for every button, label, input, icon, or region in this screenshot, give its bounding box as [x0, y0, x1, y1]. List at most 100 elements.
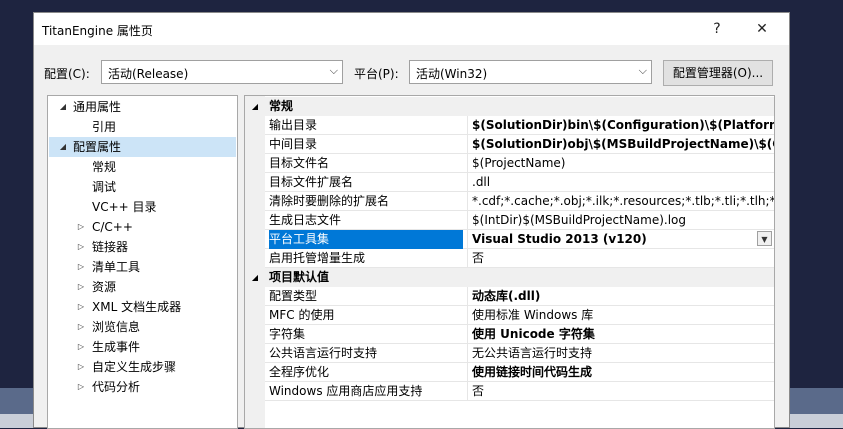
property-row[interactable]: 生成日志文件 $(IntDir)$(MSBuildProjectName).log	[265, 211, 774, 230]
property-name: 全程序优化	[269, 365, 330, 379]
property-value[interactable]: 否	[467, 382, 774, 401]
tree-item[interactable]: ▷ XML 文档生成器	[49, 297, 236, 317]
property-value[interactable]: .dll	[467, 173, 774, 192]
tree-item-label: 生成事件	[92, 340, 141, 354]
expand-icon[interactable]: ▷	[75, 277, 87, 297]
property-row[interactable]: 目标文件扩展名 .dll	[265, 173, 774, 192]
window-title: TitanEngine 属性页	[42, 24, 153, 38]
expand-icon[interactable]: ▷	[75, 317, 87, 337]
property-row[interactable]: Windows 应用商店应用支持 否	[265, 382, 774, 401]
tree-item[interactable]: ◢ 通用属性	[49, 97, 236, 117]
tree-item-label: 自定义生成步骤	[92, 360, 177, 374]
expand-icon[interactable]: ▷	[75, 217, 87, 237]
property-name: 输出目录	[269, 118, 318, 132]
property-name: Windows 应用商店应用支持	[269, 384, 423, 398]
tree-item-label: 常规	[92, 160, 117, 174]
config-manager-button[interactable]: 配置管理器(O)...	[663, 60, 773, 86]
property-name: 配置类型	[269, 289, 318, 303]
help-button[interactable]: ?	[706, 18, 728, 40]
platform-value: 活动(Win32)	[416, 67, 488, 81]
tree-item[interactable]: ▷ 自定义生成步骤	[49, 357, 236, 377]
property-name: 生成日志文件	[269, 213, 342, 227]
tree-item-label: XML 文档生成器	[92, 300, 182, 314]
expand-icon[interactable]: ▷	[75, 257, 87, 277]
property-grid: ◢ 常规输出目录 $(SolutionDir)bin\$(Configuration…	[244, 95, 775, 429]
expand-icon[interactable]: ▷	[75, 337, 87, 357]
tree-item-label: VC++ 目录	[92, 200, 157, 214]
property-row[interactable]: 中间目录 $(SolutionDir)obj\$(MSBuildProjectNa…	[265, 135, 774, 154]
property-name: 中间目录	[269, 137, 318, 151]
grid-category-label: 常规	[269, 99, 294, 113]
property-value[interactable]: $(SolutionDir)obj\$(MSBuildProjectName)\…	[467, 135, 774, 154]
collapse-icon[interactable]: ◢	[57, 137, 69, 157]
config-label: 配置(C):	[44, 67, 90, 81]
expand-icon[interactable]: ▷	[75, 297, 87, 317]
dropdown-arrow-icon[interactable]: ▼	[757, 231, 772, 246]
property-name: 字符集	[269, 327, 306, 341]
property-value[interactable]: 动态库(.dll)	[467, 287, 774, 306]
property-value[interactable]: *.cdf;*.cache;*.obj;*.ilk;*.resources;*.…	[467, 192, 774, 211]
property-name: 清除时要删除的扩展名	[269, 194, 390, 208]
config-value: 活动(Release)	[108, 67, 189, 81]
tree-item[interactable]: 引用	[49, 117, 236, 137]
property-value[interactable]: 否	[467, 249, 774, 268]
tree-item[interactable]: ▷ 代码分析	[49, 377, 236, 397]
property-row[interactable]: 清除时要删除的扩展名 *.cdf;*.cache;*.obj;*.ilk;*.re…	[265, 192, 774, 211]
property-name: 目标文件扩展名	[269, 175, 354, 189]
property-row[interactable]: 配置类型 动态库(.dll)	[265, 287, 774, 306]
property-row[interactable]: 公共语言运行时支持 无公共语言运行时支持	[265, 344, 774, 363]
tree-item[interactable]: ▷ 清单工具	[49, 257, 236, 277]
platform-combo[interactable]: 活动(Win32) ⌵	[409, 60, 652, 84]
tree-item-label: 链接器	[92, 240, 129, 254]
property-row[interactable]: 输出目录 $(SolutionDir)bin\$(Configuration)\$…	[265, 116, 774, 135]
collapse-icon[interactable]: ◢	[57, 97, 69, 117]
tree-item[interactable]: VC++ 目录	[49, 197, 236, 217]
property-row[interactable]: 平台工具集 Visual Studio 2013 (v120) ▼	[265, 230, 774, 249]
chevron-down-icon: ⌵	[329, 64, 338, 77]
property-value[interactable]: Visual Studio 2013 (v120)	[467, 230, 774, 249]
property-value[interactable]: 使用 Unicode 字符集	[467, 325, 774, 344]
tree-item-label: 调试	[92, 180, 117, 194]
tree-item-label: 配置属性	[73, 140, 122, 154]
property-value[interactable]: $(SolutionDir)bin\$(Configuration)\$(Pla…	[467, 116, 774, 135]
tree-item[interactable]: ◢ 配置属性	[49, 137, 236, 157]
tree-item[interactable]: 调试	[49, 177, 236, 197]
expand-icon[interactable]: ▷	[75, 377, 87, 397]
property-value[interactable]: 使用标准 Windows 库	[467, 306, 774, 325]
tree-item-label: 清单工具	[92, 260, 141, 274]
close-button[interactable]: ✕	[751, 18, 773, 40]
property-value[interactable]: 无公共语言运行时支持	[467, 344, 774, 363]
tree-item[interactable]: ▷ 链接器	[49, 237, 236, 257]
tree-item-label: 浏览信息	[92, 320, 141, 334]
tree-item[interactable]: 常规	[49, 157, 236, 177]
property-row[interactable]: MFC 的使用 使用标准 Windows 库	[265, 306, 774, 325]
chevron-down-icon: ⌵	[638, 64, 647, 77]
property-value[interactable]: $(IntDir)$(MSBuildProjectName).log	[467, 211, 774, 230]
property-value[interactable]: $(ProjectName)	[467, 154, 774, 173]
property-name: 平台工具集	[269, 230, 463, 249]
tree-item[interactable]: ▷ 浏览信息	[49, 317, 236, 337]
tree-item[interactable]: ▷ 资源	[49, 277, 236, 297]
tree-item[interactable]: ▷ C/C++	[49, 217, 236, 237]
property-name: 目标文件名	[269, 156, 330, 170]
grid-category[interactable]: ◢ 常规	[245, 97, 774, 116]
property-row[interactable]: 全程序优化 使用链接时间代码生成	[265, 363, 774, 382]
grid-category[interactable]: ◢ 项目默认值	[245, 268, 774, 287]
tree-item-label: 引用	[92, 120, 117, 134]
property-pages-dialog: TitanEngine 属性页 ? ✕ 配置(C): 活动(Release) ⌵…	[33, 12, 790, 429]
property-row[interactable]: 目标文件名 $(ProjectName)	[265, 154, 774, 173]
tree-item-label: 通用属性	[73, 100, 122, 114]
collapse-icon[interactable]: ◢	[249, 268, 261, 287]
property-tree: ◢ 通用属性 引用 ◢ 配置属性 常规 调试 VC++ 目录 ▷ C/C++ ▷ 链接器 ▷ 清单工具 ▷ 资…	[47, 95, 238, 429]
property-name: MFC 的使用	[269, 308, 335, 322]
expand-icon[interactable]: ▷	[75, 357, 87, 377]
property-value[interactable]: 使用链接时间代码生成	[467, 363, 774, 382]
config-toolbar: 配置(C): 活动(Release) ⌵ 平台(P): 活动(Win32) ⌵ …	[34, 60, 789, 86]
tree-item[interactable]: ▷ 生成事件	[49, 337, 236, 357]
property-row[interactable]: 启用托管增量生成 否	[265, 249, 774, 268]
property-row[interactable]: 字符集 使用 Unicode 字符集	[265, 325, 774, 344]
collapse-icon[interactable]: ◢	[249, 97, 261, 116]
expand-icon[interactable]: ▷	[75, 237, 87, 257]
config-combo[interactable]: 活动(Release) ⌵	[101, 60, 343, 84]
title-bar: TitanEngine 属性页 ? ✕	[34, 13, 789, 45]
